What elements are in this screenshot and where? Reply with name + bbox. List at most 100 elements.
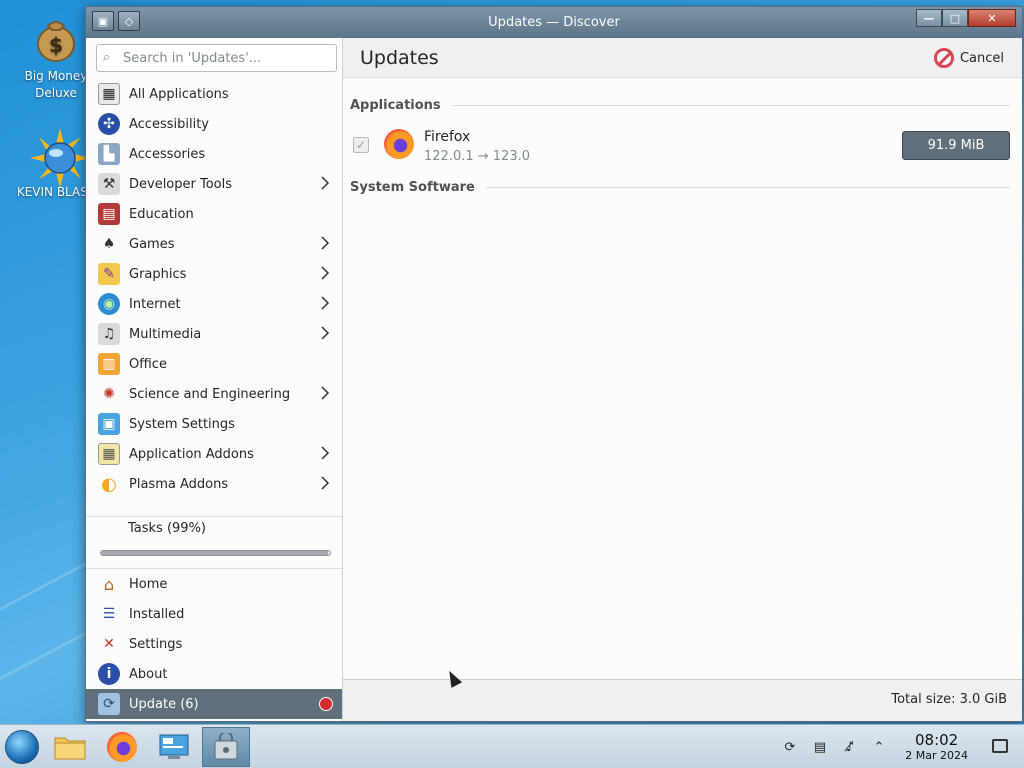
all-apps-icon: ▦ [98,83,120,105]
update-checkbox[interactable]: ✓ [353,137,369,153]
close-button[interactable]: ✕ [968,9,1016,27]
education-icon: ▤ [98,203,120,225]
sidebar-item-update[interactable]: ⟳ Update (6) [86,689,342,719]
accessories-icon: ▙ [98,143,120,165]
cancel-button[interactable]: Cancel [933,48,1004,68]
sidebar-item-label: Internet [129,296,181,312]
system-settings-icon: ▣ [98,413,120,435]
sidebar-item-label: Developer Tools [129,176,233,192]
firefox-icon [384,129,414,159]
sidebar-item-label: Education [129,206,194,222]
taskbar-firefox[interactable] [100,727,144,767]
sidebar-item-label: All Applications [129,86,229,102]
section-applications: Applications [350,98,1010,113]
accessibility-icon: ✣ [98,113,120,135]
minimize-button[interactable]: — [916,9,942,27]
about-icon: i [98,663,120,685]
updates-footer: Total size: 3.0 GiB [343,679,1022,721]
sidebar-item-accessories[interactable]: ▙ Accessories [86,139,342,169]
svg-text:$: $ [49,33,63,57]
start-orb-icon [5,730,39,764]
sidebar-item-label: Settings [129,636,183,652]
sidebar-item-multimedia[interactable]: ♫ Multimedia [86,319,342,349]
sidebar-item-plasma-addons[interactable]: ◐ Plasma Addons [86,469,342,499]
clock[interactable]: 08:02 2 Mar 2024 [905,731,968,762]
sidebar-item-developer-tools[interactable]: ⚒ Developer Tools [86,169,342,199]
sidebar-item-label: Plasma Addons [129,476,229,492]
sidebar-item-system-settings[interactable]: ▣ System Settings [86,409,342,439]
tray-expand-icon[interactable]: ⌃ [868,725,890,768]
page-header: Updates Cancel [343,38,1022,78]
sidebar-item-label: About [129,666,168,682]
taskbar: ⟳ ▤ ♪̸ ⌃ 08:02 2 Mar 2024 [0,724,1024,768]
developer-tools-icon: ⚒ [98,173,120,195]
sidebar-item-label: Games [129,236,175,252]
sidebar-item-settings[interactable]: ✕ Settings [86,629,342,659]
update-size-badge: 91.9 MiB [902,131,1010,160]
taskbar-system-settings[interactable] [152,727,196,767]
chevron-right-icon [321,176,330,190]
sidebar-item-installed[interactable]: ☰ Installed [86,599,342,629]
sidebar-item-home[interactable]: ⌂ Home [86,569,342,599]
tasks-label[interactable]: Tasks (99%) [128,521,206,536]
tray-volume-muted-icon[interactable]: ♪̸ [838,725,862,768]
show-desktop-icon[interactable] [992,739,1008,753]
sidebar-item-office[interactable]: ▥ Office [86,349,342,379]
sidebar-item-label: Home [129,576,168,592]
taskbar-discover[interactable] [202,727,250,767]
sidebar-item-label: Science and Engineering [129,386,291,402]
sidebar-item-education[interactable]: ▤ Education [86,199,342,229]
plasma-addons-icon: ◐ [101,473,117,495]
tray-clipboard-icon[interactable]: ▤ [808,725,832,768]
tasks-progress-fill [101,551,328,555]
update-icon: ⟳ [98,693,120,715]
chevron-right-icon [321,266,330,280]
update-badge-icon [319,697,333,711]
chevron-right-icon [321,236,330,250]
sidebar-item-graphics[interactable]: ✎ Graphics [86,259,342,289]
sidebar: ⌕ Search in 'Updates'... ▦ All Applicati… [86,38,343,721]
taskbar-file-manager[interactable] [48,727,92,767]
page-title: Updates [360,47,439,69]
science-icon: ✺ [103,386,115,402]
cancel-icon [933,48,954,68]
section-divider [451,105,1010,106]
discover-icon [214,733,238,760]
money-bag-icon: $ [30,12,82,64]
section-heading: System Software [350,180,475,195]
sidebar-item-about[interactable]: i About [86,659,342,689]
chevron-right-icon [321,446,330,460]
cancel-label: Cancel [959,50,1004,66]
sidebar-item-games[interactable]: ♠ Games [86,229,342,259]
start-button[interactable] [0,727,44,767]
clock-time: 08:02 [915,731,959,749]
chevron-right-icon [321,296,330,310]
chevron-right-icon [321,476,330,490]
update-row-firefox[interactable]: ✓ Firefox 122.0.1 → 123.0 91.9 MiB [350,127,1010,167]
home-icon: ⌂ [103,574,115,594]
installed-icon: ☰ [102,606,116,622]
sidebar-item-label: Graphics [129,266,187,282]
window-titlebar[interactable]: ▣ ◇ Updates — Discover — □ ✕ [86,7,1022,38]
tray-discover-icon[interactable]: ⟳ [778,725,802,768]
internet-icon: ◉ [98,293,120,315]
sidebar-item-accessibility[interactable]: ✣ Accessibility [86,109,342,139]
sidebar-item-application-addons[interactable]: ▦ Application Addons [86,439,342,469]
sidebar-item-internet[interactable]: ◉ Internet [86,289,342,319]
sidebar-item-label: System Settings [129,416,235,432]
settings-icon: ✕ [103,636,115,652]
sidebar-item-science-engineering[interactable]: ✺ Science and Engineering [86,379,342,409]
maximize-button[interactable]: □ [942,9,968,27]
office-icon: ▥ [98,353,120,375]
application-addons-icon: ▦ [98,443,120,465]
sidebar-item-label: Multimedia [129,326,202,342]
sidebar-item-all-applications[interactable]: ▦ All Applications [86,79,342,109]
sidebar-divider [86,516,342,517]
sidebar-item-label: Application Addons [129,446,254,462]
search-input[interactable]: ⌕ Search in 'Updates'... [96,44,337,72]
sun-globe-icon [30,128,90,188]
section-heading: Applications [350,98,441,113]
games-icon: ♠ [102,236,116,252]
search-icon: ⌕ [103,50,111,65]
discover-window: ▣ ◇ Updates — Discover — □ ✕ ⌕ Search in… [85,6,1023,722]
